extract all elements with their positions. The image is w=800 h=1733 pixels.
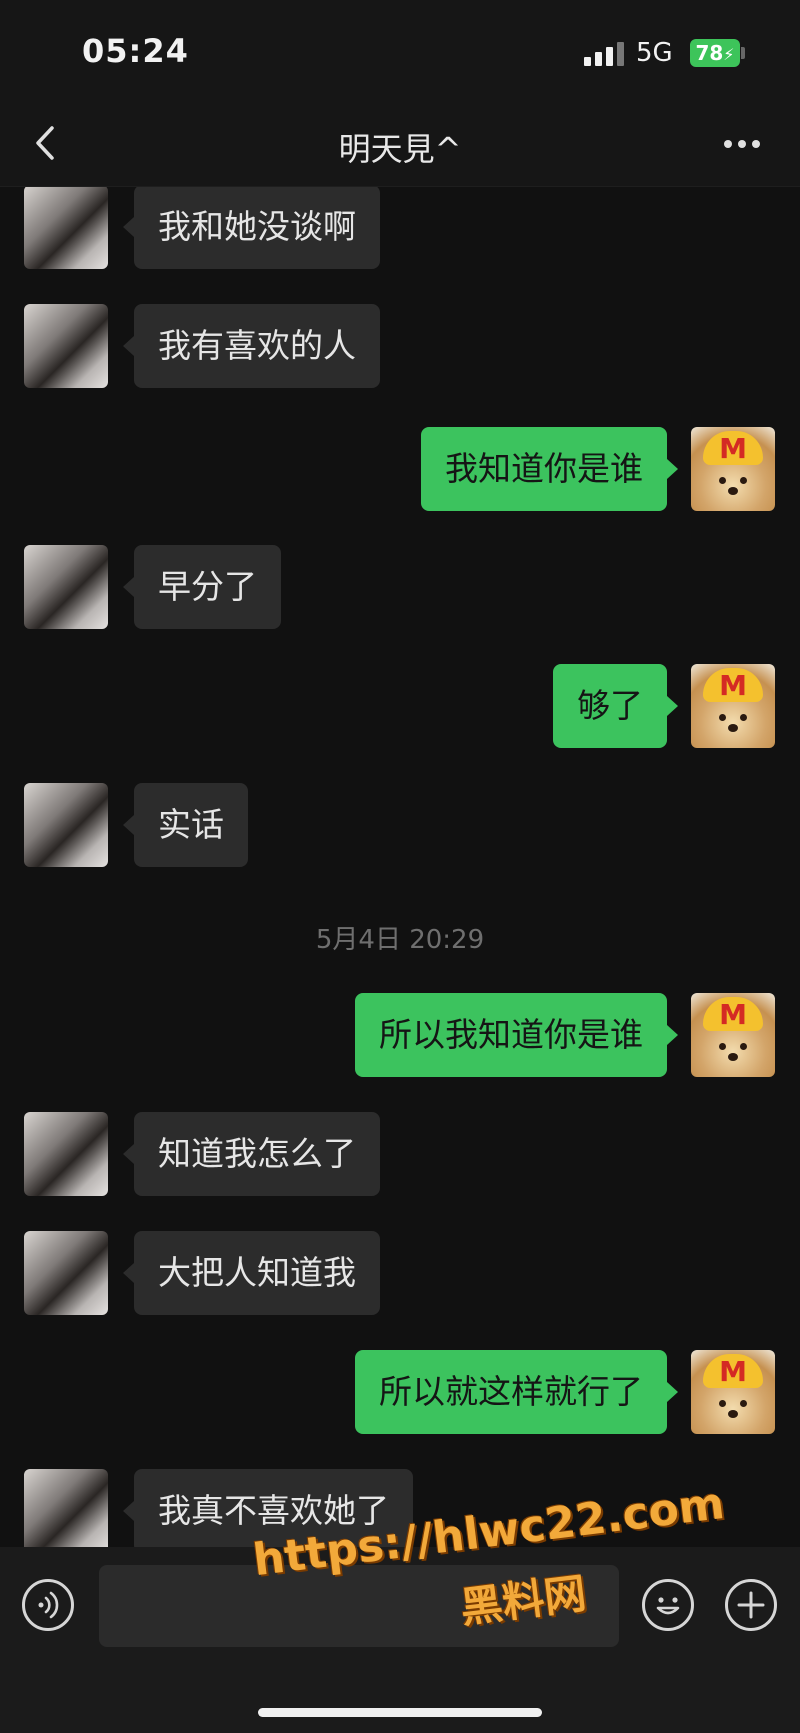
voice-icon[interactable]	[22, 1579, 74, 1631]
contact-avatar[interactable]	[24, 187, 108, 269]
contact-avatar[interactable]	[24, 1231, 108, 1315]
more-dots-icon[interactable]	[716, 124, 766, 164]
status-bar: 05:24 5G 78⚡	[0, 0, 800, 100]
message-bubble[interactable]: 所以我知道你是谁	[355, 993, 678, 1077]
message-bubble[interactable]: 我有喜欢的人	[123, 304, 380, 388]
message-row: 知道我怎么了	[0, 1112, 800, 1196]
chat-header: 明天見^	[0, 100, 800, 187]
status-time: 05:24	[82, 32, 189, 70]
message-row: 实话	[0, 783, 800, 867]
message-bubble[interactable]: 我知道你是谁	[421, 427, 678, 511]
dog-face	[717, 1039, 749, 1067]
mcdonalds-hat-logo: M	[703, 1354, 763, 1388]
message-bubble[interactable]: 所以就这样就行了	[355, 1350, 678, 1434]
message-bubble[interactable]: 实话	[123, 783, 248, 867]
self-avatar[interactable]: M	[691, 993, 775, 1077]
mcdonalds-hat-logo: M	[703, 668, 763, 702]
battery-tip	[741, 47, 745, 59]
message-row: 够了 M	[0, 664, 800, 748]
message-bubble[interactable]: 知道我怎么了	[123, 1112, 380, 1196]
battery-level: 78	[695, 41, 724, 65]
message-timestamp: 5月4日 20:29	[315, 925, 485, 955]
home-indicator[interactable]	[258, 1708, 542, 1717]
battery-icon: 78⚡	[690, 39, 740, 67]
network-type: 5G	[636, 38, 673, 68]
dog-face	[717, 710, 749, 738]
message-row: 所以就这样就行了 M	[0, 1350, 800, 1434]
message-bubble[interactable]: 够了	[553, 664, 678, 748]
message-row: 所以我知道你是谁 M	[0, 993, 800, 1077]
message-row: 大把人知道我	[0, 1231, 800, 1315]
contact-avatar[interactable]	[24, 783, 108, 867]
message-row: 我知道你是谁 M	[0, 427, 800, 511]
contact-avatar[interactable]	[24, 1112, 108, 1196]
message-row: 我和她没谈啊	[0, 187, 800, 269]
message-bubble[interactable]: 大把人知道我	[123, 1231, 380, 1315]
contact-avatar[interactable]	[24, 545, 108, 629]
dog-face	[717, 473, 749, 501]
message-row: 早分了	[0, 545, 800, 629]
dog-face	[717, 1396, 749, 1424]
self-avatar[interactable]: M	[691, 427, 775, 511]
contact-avatar[interactable]	[24, 304, 108, 388]
mcdonalds-hat-logo: M	[703, 997, 763, 1031]
message-list[interactable]: 我和她没谈啊 我有喜欢的人 我知道你是谁 M 早分了 够了 M 实话 5月4日 …	[0, 187, 800, 1547]
message-bubble[interactable]: 早分了	[123, 545, 281, 629]
contact-avatar[interactable]	[24, 1469, 108, 1547]
self-avatar[interactable]: M	[691, 664, 775, 748]
self-avatar[interactable]: M	[691, 1350, 775, 1434]
message-bubble[interactable]: 我和她没谈啊	[123, 187, 380, 269]
message-row: 我有喜欢的人	[0, 304, 800, 388]
chat-title: 明天見^	[338, 130, 462, 168]
signal-icon	[584, 40, 626, 66]
mcdonalds-hat-logo: M	[703, 431, 763, 465]
